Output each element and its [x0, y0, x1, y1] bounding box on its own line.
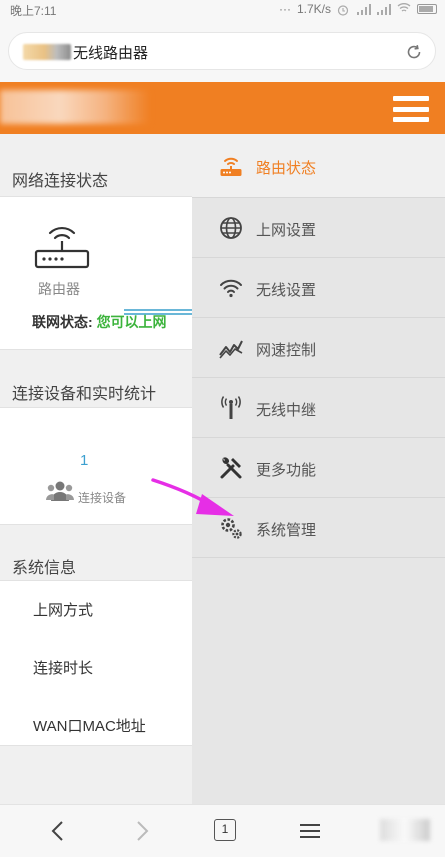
- battery-icon: [417, 4, 437, 14]
- net-status-label: 联网状态:: [32, 314, 93, 330]
- wifi-icon: [220, 279, 242, 298]
- menu-item-wireless-repeater[interactable]: 无线中继: [192, 378, 445, 438]
- menu-item-label: 无线中继: [256, 402, 317, 419]
- menu-item-label: 更多功能: [256, 462, 317, 479]
- browser-bottom-bar: 1: [0, 804, 445, 857]
- menu-lines-icon[interactable]: [296, 817, 324, 845]
- signal-icon: [357, 3, 371, 15]
- annotation-arrow: [151, 478, 234, 516]
- menu-item-label: 上网设置: [256, 222, 317, 239]
- status-time: 晚上7:11: [10, 4, 57, 18]
- info-item-uptime: 连接时长: [33, 660, 94, 677]
- tabs-button[interactable]: 1: [214, 819, 236, 841]
- reload-icon[interactable]: [405, 43, 423, 61]
- blurred-corner: [380, 819, 430, 841]
- blurred-logo: [0, 90, 150, 124]
- signal-icon-2: [377, 3, 391, 15]
- menu-item-internet-settings[interactable]: 上网设置: [192, 198, 445, 258]
- main-content: 网络连接状态 路由器 联网状态: 您可以上网 连接设备和实时统计 1 连接设备 …: [0, 134, 192, 804]
- network-speed: 1.7K/s: [296, 2, 331, 16]
- status-bar: 晚上7:11 ··· 1.7K/s: [0, 0, 445, 20]
- status-icons: ··· 1.7K/s: [279, 2, 437, 16]
- browser-address-bar: 无线路由器: [0, 20, 445, 82]
- router-icon: [220, 157, 242, 176]
- forward-icon[interactable]: [128, 817, 156, 845]
- network-status-card: 路由器 联网状态: 您可以上网: [0, 196, 192, 350]
- info-item-wan-mac: WAN口MAC地址: [33, 718, 146, 735]
- speed-chart-icon: [219, 340, 243, 359]
- antenna-icon: [221, 396, 241, 419]
- net-status-value: 您可以上网: [96, 314, 167, 330]
- device-label: 连接设备: [78, 491, 127, 505]
- globe-icon: [220, 217, 242, 239]
- url-field[interactable]: 无线路由器: [8, 32, 436, 70]
- users-icon: [46, 481, 74, 501]
- router-label: 路由器: [38, 281, 80, 297]
- menu-item-label: 系统管理: [256, 522, 317, 539]
- side-menu: 路由状态 上网设置 无线设置 网速控制 无线中继 更多功能 系统管理: [192, 134, 445, 804]
- info-item-wan-type: 上网方式: [33, 602, 94, 619]
- hamburger-menu-icon[interactable]: [393, 96, 429, 122]
- page-title: 无线路由器: [73, 45, 149, 62]
- menu-item-wireless-settings[interactable]: 无线设置: [192, 258, 445, 318]
- section-title-devices: 连接设备和实时统计: [12, 386, 157, 403]
- back-icon[interactable]: [44, 817, 72, 845]
- router-icon: [34, 226, 90, 269]
- menu-item-label: 无线设置: [256, 282, 317, 299]
- device-count: 1: [80, 452, 89, 469]
- menu-item-router-status[interactable]: 路由状态: [192, 134, 445, 198]
- wifi-status-icon: [397, 2, 411, 16]
- section-title-system: 系统信息: [12, 560, 77, 577]
- more-dots: ···: [278, 2, 291, 16]
- menu-item-speed-control[interactable]: 网速控制: [192, 318, 445, 378]
- section-title-network: 网络连接状态: [12, 173, 109, 190]
- net-status: 联网状态: 您可以上网: [32, 312, 167, 332]
- alarm-icon: [337, 4, 351, 16]
- blurred-brand-name: [23, 44, 71, 60]
- menu-item-label: 网速控制: [256, 342, 317, 359]
- menu-item-label: 路由状态: [256, 160, 317, 177]
- app-header: [0, 82, 445, 134]
- system-info-card: 上网方式 连接时长 WAN口MAC地址: [0, 580, 192, 746]
